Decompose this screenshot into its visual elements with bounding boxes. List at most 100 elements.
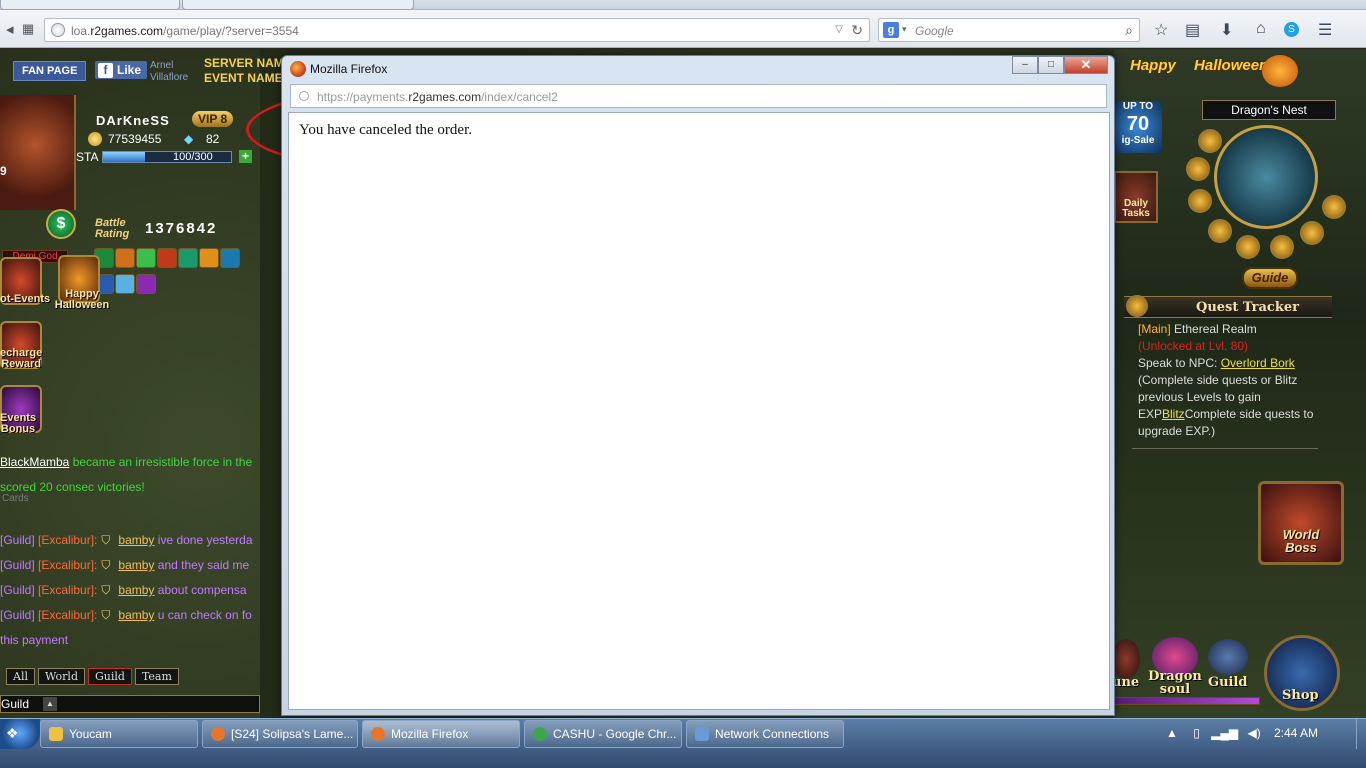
search-bar[interactable]: g ▾ Google ⌕ xyxy=(878,18,1140,42)
rune-icon[interactable] xyxy=(1112,639,1140,679)
buff-icon[interactable] xyxy=(199,248,219,268)
firefox-icon xyxy=(211,727,225,741)
taskbar-item-chrome[interactable]: CASHU - Google Chr... xyxy=(524,720,682,748)
daily-tasks-button[interactable]: Daily Tasks xyxy=(1114,171,1158,223)
tab-previous[interactable] xyxy=(0,0,180,10)
minimap[interactable] xyxy=(1214,125,1318,229)
chat-player-link[interactable]: BlackMamba xyxy=(0,455,69,469)
shield-icon: ⛉ xyxy=(101,558,111,572)
buff-icon[interactable] xyxy=(136,248,156,268)
firefox-icon xyxy=(371,727,385,741)
chat-tab-all[interactable]: All xyxy=(6,668,35,685)
windows-taskbar: ❖ Youcam [S24] Solipsa's Lame... Mozilla… xyxy=(0,718,1366,768)
facebook-like-button[interactable]: f Like xyxy=(95,61,148,79)
hot-events-label: ot-Events xyxy=(0,293,51,305)
signal-icon[interactable]: ▂▄▆ xyxy=(1211,726,1238,740)
folder-icon xyxy=(49,727,63,741)
add-stamina-button[interactable]: + xyxy=(239,150,252,163)
taskbar-item-youcam[interactable]: Youcam xyxy=(40,720,198,748)
blitz-link[interactable]: Blitz xyxy=(1162,407,1185,421)
dragon-soul-button[interactable]: Dragon soul xyxy=(1146,670,1204,696)
shield-icon: ⛉ xyxy=(101,608,111,622)
player-portrait[interactable] xyxy=(0,95,76,210)
site-identity-icon[interactable] xyxy=(299,91,309,101)
recharge-reward-label: echarge Reward xyxy=(0,347,43,370)
skype-icon[interactable]: S xyxy=(1284,22,1299,37)
tray-expand-icon[interactable]: ▲ xyxy=(1166,726,1178,740)
chat-player-link[interactable]: bamby xyxy=(118,558,154,572)
grid-menu-icon[interactable]: ▦ xyxy=(22,21,34,37)
pumpkin-icon[interactable] xyxy=(1262,55,1298,87)
world-boss-button[interactable]: World Boss xyxy=(1258,481,1344,565)
maximize-button[interactable]: □ xyxy=(1038,56,1064,74)
download-icon[interactable]: ⬇ xyxy=(1220,20,1233,40)
google-icon[interactable]: g xyxy=(883,22,899,38)
reload-icon[interactable]: ↻ xyxy=(851,22,863,39)
buff-icon[interactable] xyxy=(115,248,135,268)
windows-logo-icon: ❖ xyxy=(6,725,19,741)
chat-player-link[interactable]: bamby xyxy=(118,583,154,597)
firefox-popup-window[interactable]: Mozilla Firefox – □ ✕ https://payments.r2g… xyxy=(281,55,1115,716)
taskbar-item-firefox-popup[interactable]: Mozilla Firefox xyxy=(362,720,520,748)
start-button[interactable]: ❖ xyxy=(0,719,40,749)
system-tray: ▲ ▯ ▂▄▆ ◀) xyxy=(1166,726,1261,740)
clock-icon[interactable] xyxy=(1188,189,1212,213)
window-controls: – □ ✕ xyxy=(1012,56,1108,74)
chat-tab-team[interactable]: Team xyxy=(134,668,179,685)
orb-icon[interactable] xyxy=(1186,157,1210,181)
stamina-label: STA xyxy=(76,150,99,164)
heart-icon[interactable] xyxy=(1198,129,1222,153)
buff-icon[interactable] xyxy=(157,248,177,268)
fan-page-button[interactable]: FAN PAGE xyxy=(13,61,87,81)
tab-current[interactable] xyxy=(182,0,414,10)
menu-icon[interactable]: ☰ xyxy=(1318,20,1332,40)
taskbar-item-network[interactable]: Network Connections xyxy=(686,720,844,748)
rune-button[interactable]: une xyxy=(1112,676,1139,689)
fullscreen-icon[interactable] xyxy=(1322,195,1346,219)
npc-link[interactable]: Overlord Bork xyxy=(1221,356,1295,370)
engine-dropdown-icon[interactable]: ▾ xyxy=(902,24,907,35)
buff-icon[interactable] xyxy=(136,274,156,294)
settings-icon[interactable] xyxy=(1270,235,1294,259)
guild-icon[interactable] xyxy=(1208,639,1248,675)
address-bar[interactable]: loa.r2games.com/game/play/?server=3554 ▽… xyxy=(44,18,870,42)
guide-button[interactable]: Guide xyxy=(1242,267,1298,289)
big-sale-button[interactable]: UP TO 70 ig-Sale xyxy=(1114,101,1162,153)
search-icon[interactable]: ⌕ xyxy=(1125,22,1133,39)
bookmark-star-icon[interactable]: ☆ xyxy=(1154,20,1168,40)
experience-bar xyxy=(1114,697,1260,705)
show-desktop-button[interactable] xyxy=(1356,719,1366,749)
shop-button[interactable]: Shop xyxy=(1282,689,1319,702)
vip-badge[interactable]: VIP 8 xyxy=(192,111,234,127)
chat-tab-guild[interactable]: Guild xyxy=(87,668,132,685)
taskbar-item-firefox-game[interactable]: [S24] Solipsa's Lame... xyxy=(202,720,358,748)
gear-icon[interactable] xyxy=(1300,221,1324,245)
buff-icon[interactable] xyxy=(220,248,240,268)
chat-tab-world[interactable]: World xyxy=(37,668,85,685)
stamina-value: 100/300 xyxy=(173,151,213,163)
quest-tracker-header[interactable]: Quest Tracker xyxy=(1124,295,1332,318)
chat-channel-label: Guild xyxy=(1,697,30,711)
buff-icon[interactable] xyxy=(115,274,135,294)
bookmarks-list-icon[interactable]: ▤ xyxy=(1185,20,1200,40)
home-icon[interactable]: ⌂ xyxy=(1256,20,1266,38)
power-icon[interactable]: ▯ xyxy=(1193,726,1200,740)
popup-address-bar[interactable]: https://payments.r2games.com/index/cance… xyxy=(290,84,1107,108)
recharge-dollar-icon[interactable]: $ xyxy=(46,209,76,239)
chat-player-link[interactable]: bamby xyxy=(118,608,154,622)
chat-input[interactable]: Guild ▲ xyxy=(0,695,260,713)
crown-icon[interactable] xyxy=(1236,235,1260,259)
volume-icon[interactable]: ◀) xyxy=(1248,726,1261,740)
guild-button[interactable]: Guild xyxy=(1208,676,1248,689)
buff-icon[interactable] xyxy=(178,248,198,268)
url-dropdown-icon[interactable]: ▽ xyxy=(835,24,843,35)
network-icon xyxy=(695,727,709,741)
back-arrow-icon[interactable]: ◂ xyxy=(6,20,14,38)
firefox-icon xyxy=(290,61,306,77)
clock[interactable]: 2:44 AM xyxy=(1274,726,1318,740)
channel-dropdown-icon[interactable]: ▲ xyxy=(43,697,57,711)
chat-player-link[interactable]: bamby xyxy=(118,533,154,547)
close-button[interactable]: ✕ xyxy=(1064,56,1108,74)
mail-icon[interactable] xyxy=(1208,219,1232,243)
minimize-button[interactable]: – xyxy=(1012,56,1038,74)
